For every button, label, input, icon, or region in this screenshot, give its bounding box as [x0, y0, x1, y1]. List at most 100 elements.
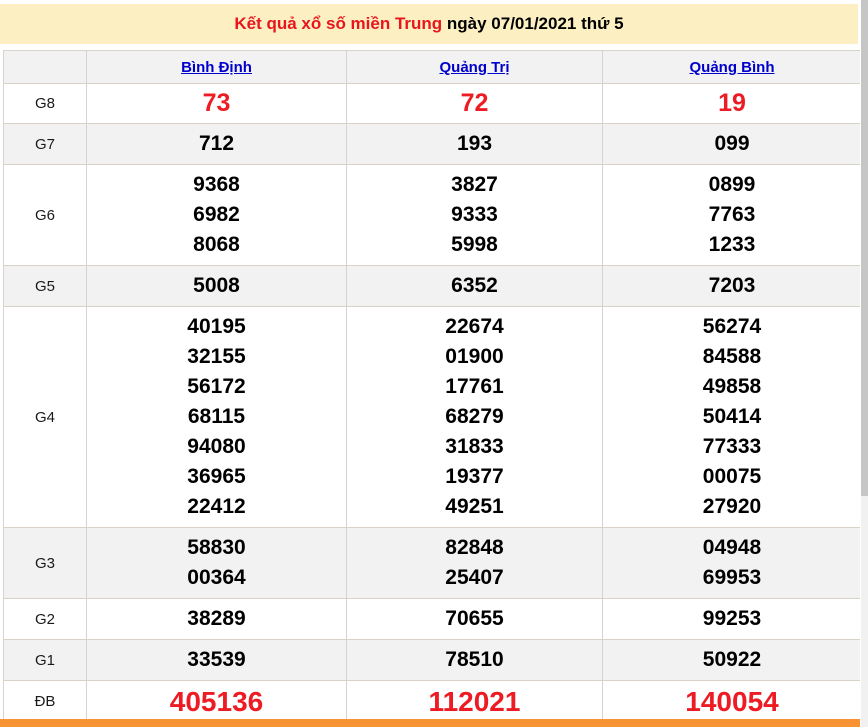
column-header-quang-binh: Quảng Bình	[602, 50, 862, 84]
prize-column-header	[3, 50, 87, 84]
result-number: 94080	[187, 435, 246, 458]
result-cell: 7203	[602, 265, 862, 307]
result-cell: 0899 7763 1233	[602, 164, 862, 266]
province-link-quang-tri[interactable]: Quảng Trị	[439, 59, 509, 76]
result-number: 19	[718, 89, 746, 117]
result-number: 82848	[445, 536, 504, 559]
table-row: G1 33539 78510 50922	[3, 639, 862, 681]
result-number: 50414	[702, 405, 762, 428]
table-row: ĐB 405136 112021 140054	[3, 680, 862, 723]
result-cell: 72	[346, 83, 603, 124]
result-number: 78510	[445, 648, 504, 671]
result-number: 9368	[193, 173, 240, 196]
result-cell: 58830 00364	[86, 527, 347, 599]
result-number: 405136	[169, 686, 264, 717]
result-number: 1233	[708, 233, 756, 256]
result-number: 38289	[187, 607, 246, 630]
column-header-quang-tri: Quảng Trị	[346, 50, 603, 84]
result-number: 9333	[451, 203, 498, 226]
table-row: G2 38289 70655 99253	[3, 598, 862, 640]
result-number: 31833	[445, 435, 504, 458]
header-row: Bình Định Quảng Trị Quảng Bình	[3, 50, 862, 84]
result-cell: 56274 84588 49858 50414 77333 00075 27920	[602, 306, 862, 528]
province-link-binh-dinh[interactable]: Bình Định	[181, 59, 252, 76]
result-number: 17761	[445, 375, 504, 398]
prize-label: ĐB	[3, 680, 87, 723]
result-number: 712	[198, 132, 235, 155]
result-number: 6982	[193, 203, 240, 226]
prize-label: G5	[3, 265, 87, 307]
lottery-results-table: Bình Định Quảng Trị Quảng Bình G8 73 72 19 G…	[3, 50, 862, 723]
result-number: 27920	[702, 495, 762, 518]
result-number: 70655	[445, 607, 504, 630]
result-number: 19377	[445, 465, 504, 488]
result-cell: 5008	[86, 265, 347, 307]
result-cell: 99253	[602, 598, 862, 640]
result-cell: 38289	[86, 598, 347, 640]
result-number: 84588	[702, 345, 762, 368]
result-number: 25407	[445, 566, 504, 589]
result-number: 5008	[193, 274, 240, 297]
scrollbar-thumb[interactable]	[861, 0, 868, 496]
result-cell: 33539	[86, 639, 347, 681]
result-cell: 099	[602, 123, 862, 165]
prize-label: G1	[3, 639, 87, 681]
result-number: 3827	[451, 173, 498, 196]
prize-label: G3	[3, 527, 87, 599]
result-number: 7203	[708, 274, 756, 297]
result-cell: 50922	[602, 639, 862, 681]
result-number: 40195	[187, 315, 246, 338]
table-row: G5 5008 6352 7203	[3, 265, 862, 307]
result-number: 0899	[708, 173, 756, 196]
result-number: 50922	[702, 648, 762, 671]
result-cell: 70655	[346, 598, 603, 640]
result-number: 01900	[445, 345, 504, 368]
result-number: 99253	[702, 607, 762, 630]
table-row: G4 40195 32155 56172 68115 94080 36965 22412 226…	[3, 306, 862, 528]
result-number: 68115	[187, 405, 246, 428]
page-title-region: Kết quả xổ số miền Trung	[234, 14, 443, 33]
result-cell: 04948 69953	[602, 527, 862, 599]
table-row: G8 73 72 19	[3, 83, 862, 124]
result-number: 58830	[187, 536, 246, 559]
result-cell: 712	[86, 123, 347, 165]
prize-label: G6	[3, 164, 87, 266]
result-number: 56274	[702, 315, 762, 338]
result-number: 140054	[685, 686, 779, 717]
results-table-container: Bình Định Quảng Trị Quảng Bình G8 73 72 19 G…	[3, 50, 862, 723]
vertical-scrollbar[interactable]	[860, 0, 868, 727]
result-cell: 22674 01900 17761 68279 31833 19377 49251	[346, 306, 603, 528]
result-cell: 19	[602, 83, 862, 124]
table-row: G6 9368 6982 8068 3827 9333 5998 0899 7763 1233	[3, 164, 862, 266]
result-number: 099	[714, 132, 750, 155]
prize-label: G2	[3, 598, 87, 640]
result-number: 8068	[193, 233, 240, 256]
result-number: 32155	[187, 345, 246, 368]
result-cell: 82848 25407	[346, 527, 603, 599]
result-cell: 6352	[346, 265, 603, 307]
result-number: 68279	[445, 405, 504, 428]
result-number: 56172	[187, 375, 246, 398]
result-cell: 405136	[86, 680, 347, 723]
result-number: 73	[202, 89, 231, 117]
province-link-quang-binh[interactable]: Quảng Bình	[690, 59, 775, 76]
result-cell: 140054	[602, 680, 862, 723]
result-number: 49858	[702, 375, 762, 398]
prize-label: G7	[3, 123, 87, 165]
result-number: 22412	[187, 495, 246, 518]
result-cell: 112021	[346, 680, 603, 723]
result-number: 7763	[708, 203, 756, 226]
result-number: 193	[456, 132, 493, 155]
page-title-date: ngày 07/01/2021 thứ 5	[442, 14, 624, 33]
result-number: 36965	[187, 465, 246, 488]
result-number: 04948	[702, 536, 762, 559]
result-number: 6352	[451, 274, 498, 297]
result-number: 77333	[702, 435, 762, 458]
table-row: G3 58830 00364 82848 25407 04948 69953	[3, 527, 862, 599]
result-number: 5998	[451, 233, 498, 256]
result-cell: 40195 32155 56172 68115 94080 36965 22412	[86, 306, 347, 528]
result-number: 00364	[187, 566, 246, 589]
result-cell: 9368 6982 8068	[86, 164, 347, 266]
result-number: 00075	[702, 465, 762, 488]
prize-label: G4	[3, 306, 87, 528]
